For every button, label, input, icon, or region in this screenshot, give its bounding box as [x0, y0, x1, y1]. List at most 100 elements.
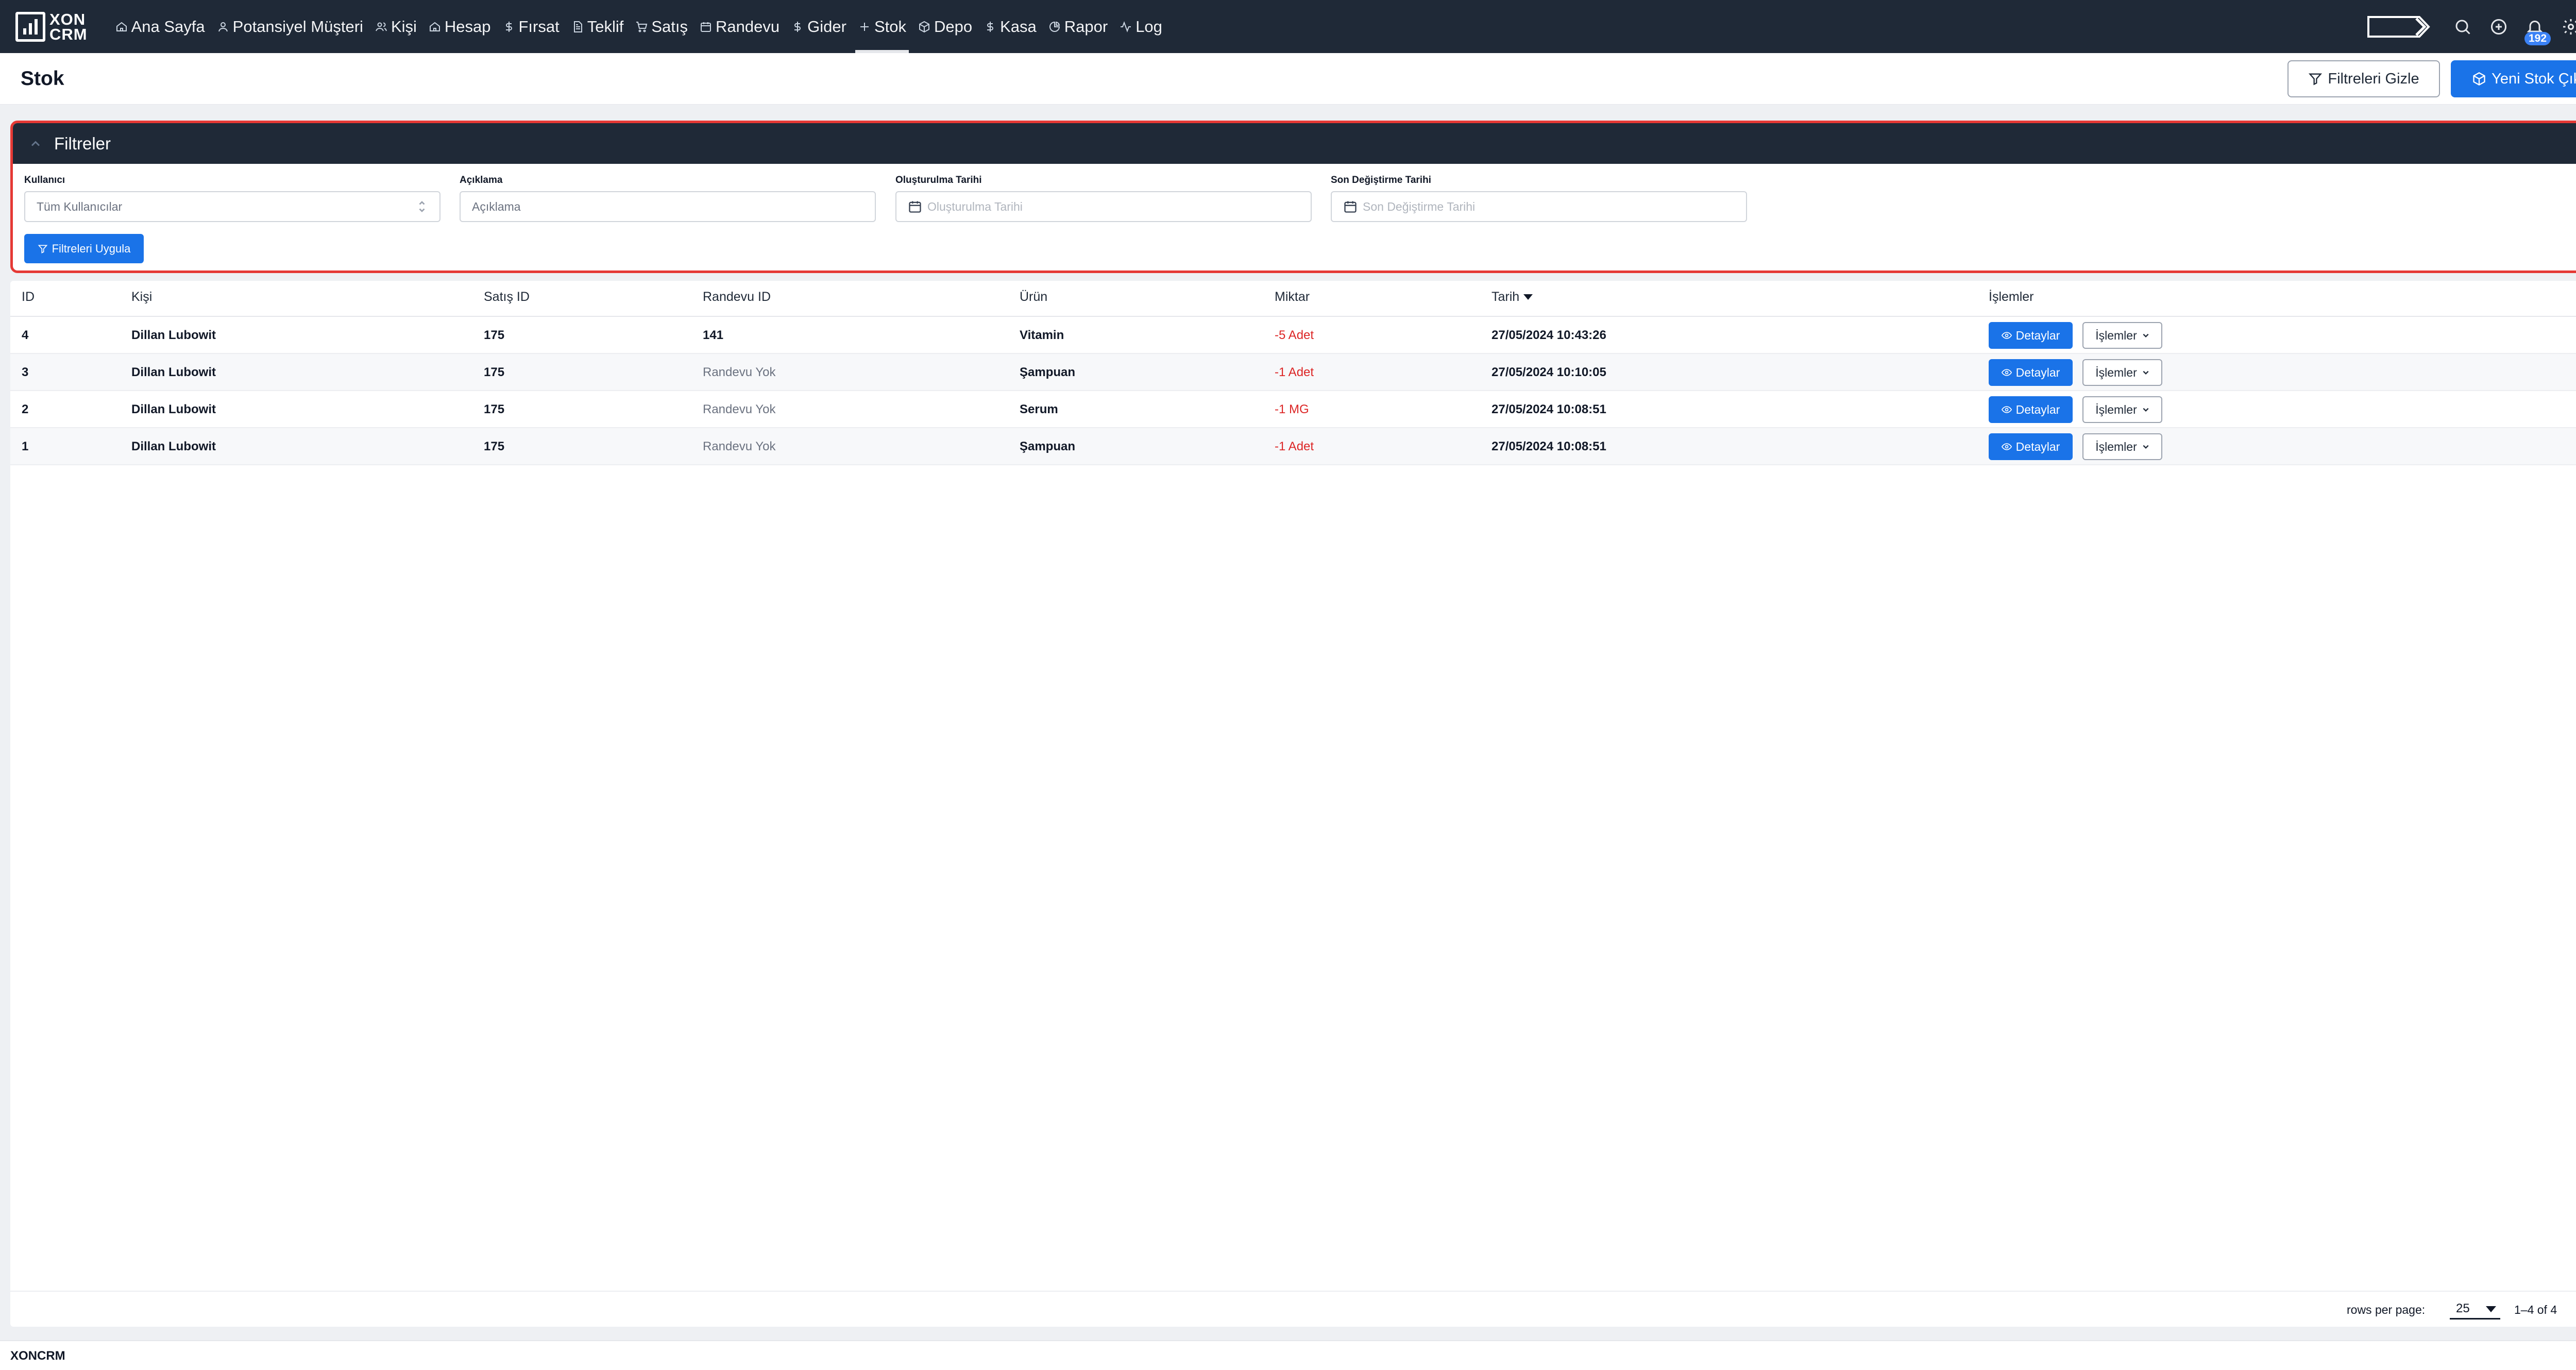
nav-item-kasa[interactable]: Kasa — [978, 0, 1042, 53]
plus-icon — [858, 20, 871, 33]
dollar-icon — [984, 20, 997, 33]
details-button[interactable]: Detaylar — [1989, 359, 2073, 386]
hide-filters-button[interactable]: Filtreleri Gizle — [2287, 60, 2440, 97]
app-logo[interactable]: XON CRM — [15, 8, 88, 45]
nav-item-kisi[interactable]: Kişi — [369, 0, 422, 53]
cell-id: 1 — [22, 439, 29, 453]
rows-per-page-select[interactable]: 25 — [2450, 1299, 2500, 1320]
cell-appointment-id: Randevu Yok — [703, 439, 776, 453]
nav-item-log[interactable]: Log — [1113, 0, 1168, 53]
search-icon[interactable] — [2452, 16, 2473, 37]
col-date[interactable]: Tarih — [1492, 290, 1533, 305]
rows-per-page-value: 25 — [2456, 1301, 2470, 1315]
dollar-icon — [791, 20, 804, 33]
cart-icon — [635, 20, 648, 33]
cell-quantity: -5 Adet — [1275, 328, 1314, 342]
chevron-down-icon — [2143, 408, 2149, 412]
caret-down-icon — [2486, 1306, 2496, 1312]
details-button[interactable]: Detaylar — [1989, 322, 2073, 349]
actions-dropdown[interactable]: İşlemler — [2082, 359, 2162, 386]
actions-label: İşlemler — [2095, 402, 2137, 416]
chevron-down-icon — [2143, 333, 2149, 337]
calendar-icon — [909, 201, 921, 213]
actions-dropdown[interactable]: İşlemler — [2082, 433, 2162, 460]
logo-line-2: CRM — [49, 25, 88, 43]
nav-item-ana-sayfa[interactable]: Ana Sayfa — [109, 0, 211, 53]
description-placeholder: Açıklama — [472, 199, 521, 213]
chevron-up-icon[interactable] — [28, 137, 43, 151]
filters-header[interactable]: Filtreler — [13, 123, 2576, 164]
nav-item-satis[interactable]: Satış — [629, 0, 693, 53]
nav-item-label: Randevu — [716, 17, 780, 36]
table-row: 3 Dillan Lubowit 175 Randevu Yok Şampuan… — [10, 354, 2576, 391]
user-filter-label: Kullanıcı — [24, 175, 65, 185]
add-circle-icon[interactable] — [2488, 16, 2509, 37]
description-filter-label: Açıklama — [460, 175, 503, 185]
chevron-down-icon — [2143, 370, 2149, 375]
cell-product: Şampuan — [1020, 439, 1076, 453]
col-person[interactable]: Kişi — [131, 290, 152, 305]
actions-dropdown[interactable]: İşlemler — [2082, 322, 2162, 349]
cell-sale-id: 175 — [484, 365, 505, 379]
eye-icon — [2001, 369, 2012, 376]
cell-person: Dillan Lubowit — [131, 402, 216, 416]
cell-id: 3 — [22, 365, 29, 379]
arrow-right-icon[interactable] — [2367, 15, 2431, 38]
nav-item-randevu[interactable]: Randevu — [693, 0, 785, 53]
eye-icon — [2001, 332, 2012, 339]
cell-person: Dillan Lubowit — [131, 439, 216, 453]
col-actions: İşlemler — [1989, 290, 2034, 304]
details-button[interactable]: Detaylar — [1989, 396, 2073, 423]
col-quantity[interactable]: Miktar — [1275, 290, 1310, 305]
cell-person: Dillan Lubowit — [131, 328, 216, 342]
nav-item-teklif[interactable]: Teklif — [565, 0, 630, 53]
col-sale-id[interactable]: Satış ID — [484, 290, 530, 305]
nav-item-rapor[interactable]: Rapor — [1042, 0, 1113, 53]
nav-actions: 192 — [2367, 0, 2576, 53]
nav-item-gider[interactable]: Gider — [785, 0, 852, 53]
nav-item-hesap[interactable]: Hesap — [422, 0, 497, 53]
users-icon — [375, 20, 388, 33]
col-id[interactable]: ID — [22, 290, 35, 305]
nav-item-potansiyel-musteri[interactable]: Potansiyel Müşteri — [211, 0, 369, 53]
cell-date: 27/05/2024 10:08:51 — [1492, 402, 1606, 416]
user-select-value: Tüm Kullanıcılar — [37, 199, 123, 213]
cell-id: 4 — [22, 328, 29, 342]
table-header: ID Kişi Satış ID Randevu ID Ürün Miktar … — [10, 281, 2576, 317]
created-date-input[interactable]: Oluşturulma Tarihi — [895, 191, 1312, 222]
nav-item-firsat[interactable]: Fırsat — [497, 0, 565, 53]
details-button[interactable]: Detaylar — [1989, 433, 2073, 460]
modified-date-filter: Son Değiştirme Tarihi Son Değiştirme Tar… — [1331, 175, 1747, 222]
logo-text: XON CRM — [49, 10, 88, 43]
apply-filters-button[interactable]: Filtreleri Uygula — [24, 234, 144, 263]
user-filter: Kullanıcı Tüm Kullanıcılar — [24, 175, 440, 222]
gear-icon[interactable] — [2561, 16, 2576, 37]
rows-per-page-label: rows per page: — [2347, 1303, 2426, 1316]
created-date-filter: Oluşturulma Tarihi Oluşturulma Tarihi — [895, 175, 1312, 222]
actions-dropdown[interactable]: İşlemler — [2082, 396, 2162, 423]
nav-item-depo[interactable]: Depo — [912, 0, 978, 53]
cell-product: Vitamin — [1020, 328, 1064, 342]
user-select[interactable]: Tüm Kullanıcılar — [24, 191, 440, 222]
nav-item-label: Gider — [807, 17, 846, 36]
page-title: Stok — [21, 67, 64, 90]
cell-quantity: -1 MG — [1275, 402, 1309, 416]
nav-item-label: Fırsat — [518, 17, 560, 36]
apply-filters-label: Filtreleri Uygula — [52, 242, 131, 255]
logo-line-1: XON — [49, 10, 86, 28]
description-input[interactable]: Açıklama — [460, 191, 876, 222]
nav-item-label: Teklif — [587, 17, 624, 36]
cell-date: 27/05/2024 10:43:26 — [1492, 328, 1606, 342]
modified-date-input[interactable]: Son Değiştirme Tarihi — [1331, 191, 1747, 222]
col-product[interactable]: Ürün — [1020, 290, 1047, 305]
col-appointment-id[interactable]: Randevu ID — [703, 290, 771, 305]
bell-icon[interactable]: 192 — [2524, 16, 2551, 45]
cell-quantity: -1 Adet — [1275, 439, 1314, 453]
created-date-label: Oluşturulma Tarihi — [895, 175, 982, 185]
filters-panel: Filtreler Kullanıcı Tüm Kullanıcılar Açı… — [10, 121, 2576, 273]
details-label: Detaylar — [2015, 402, 2060, 416]
cell-product: Şampuan — [1020, 365, 1076, 379]
new-stock-out-button[interactable]: Yeni Stok Çıkışı — [2451, 60, 2576, 97]
footer-brand: XONCRM — [10, 1349, 65, 1363]
nav-item-stok[interactable]: Stok — [852, 0, 912, 53]
